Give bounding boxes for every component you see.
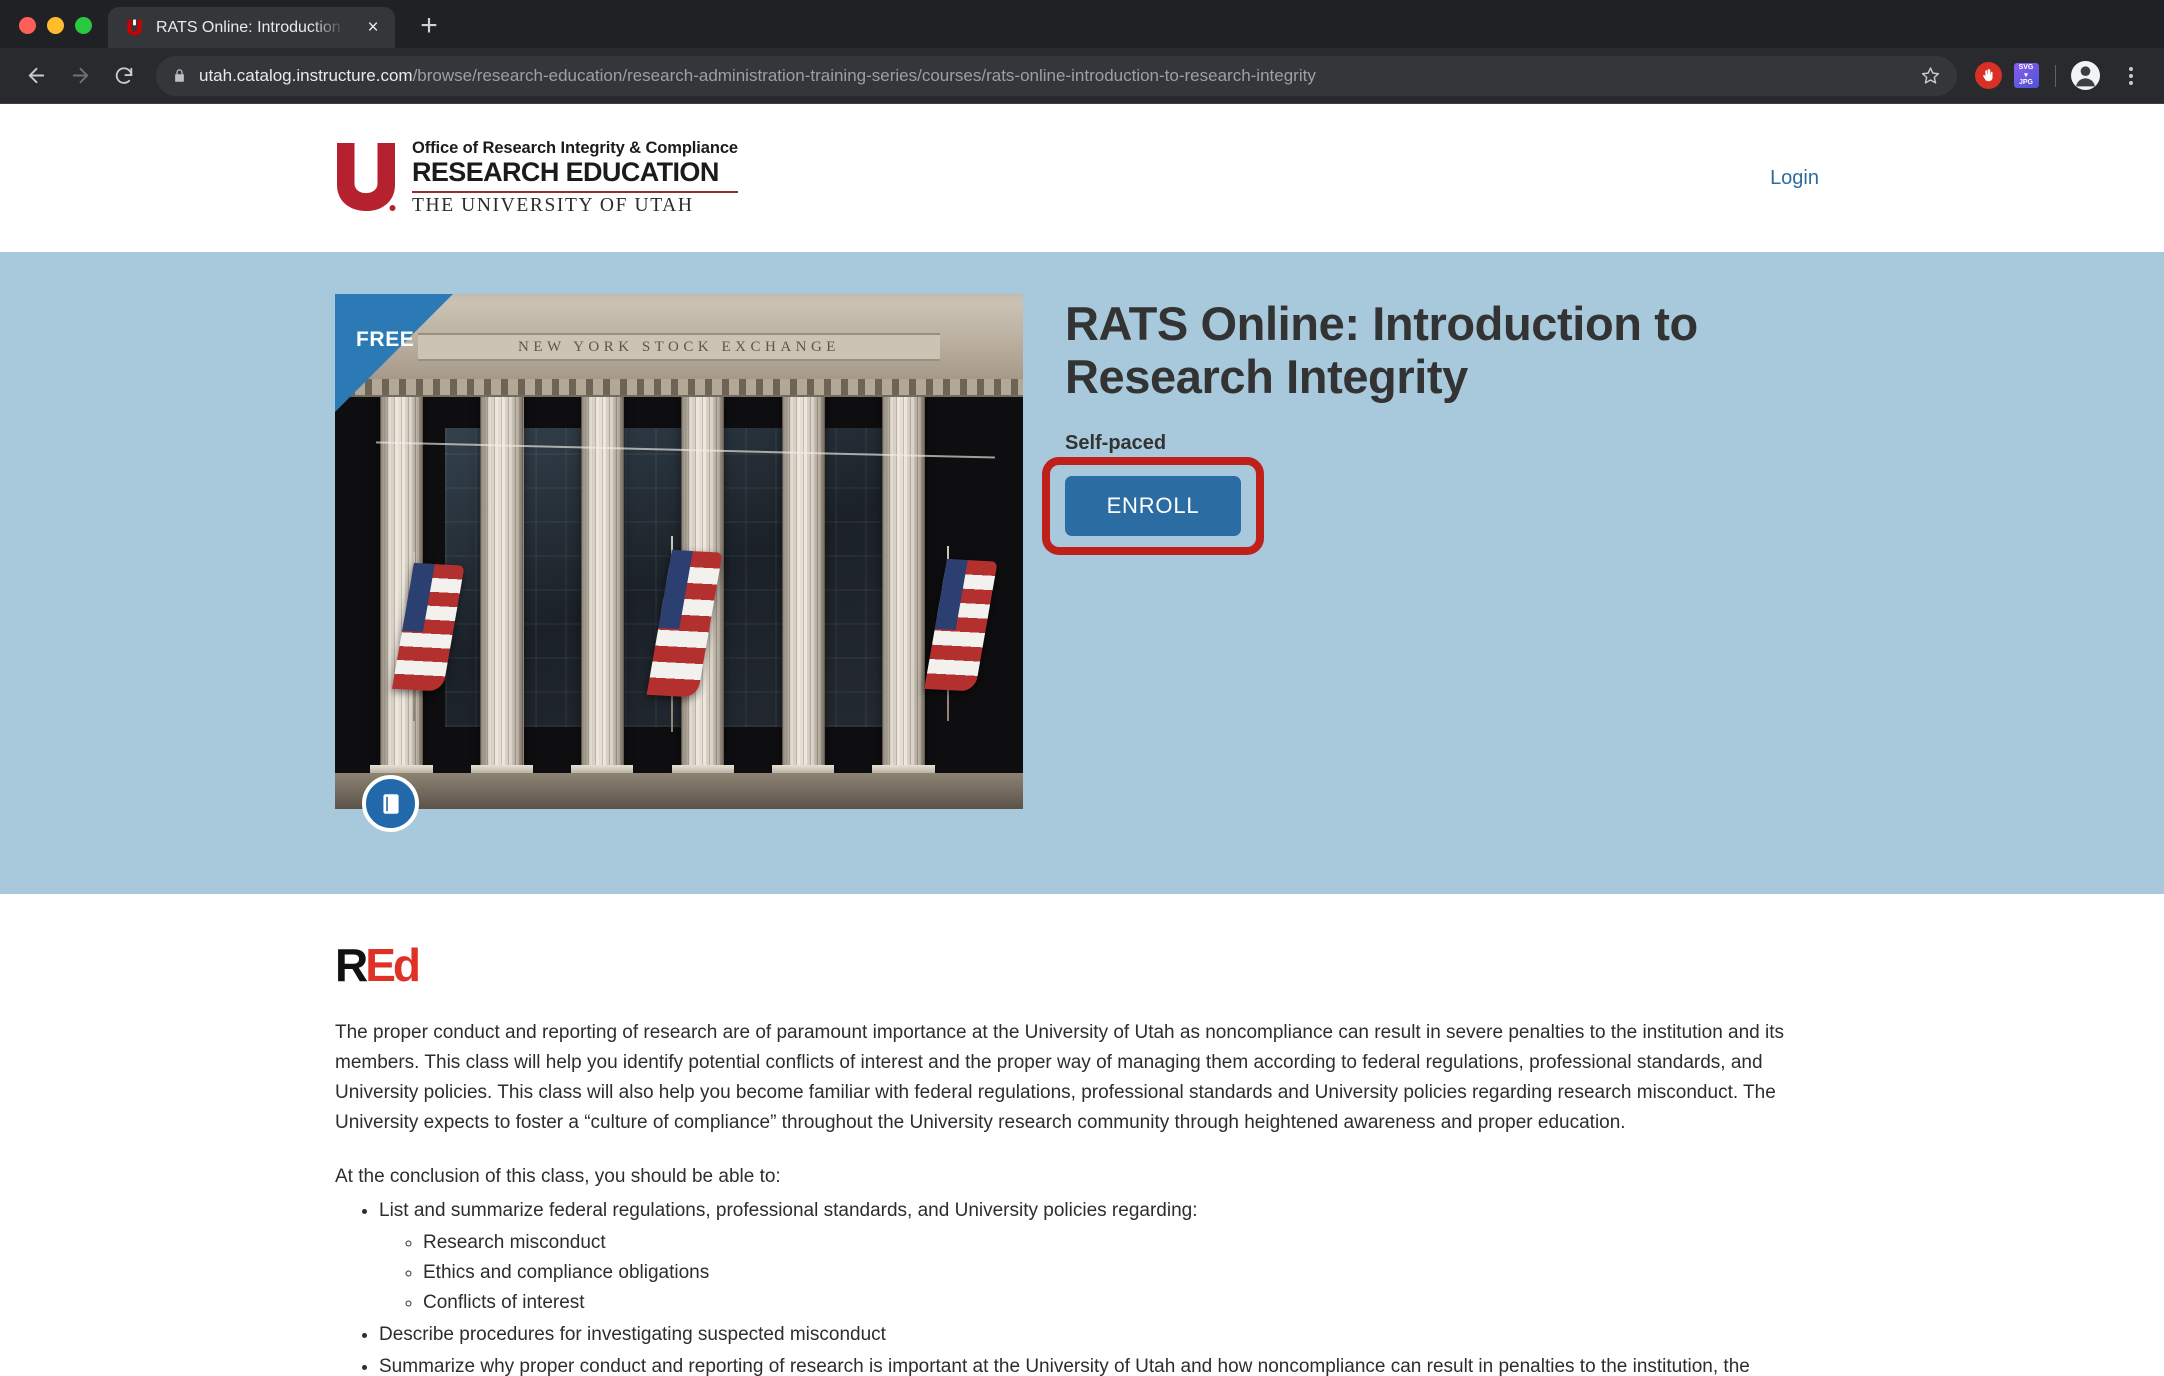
- outcome-text: List and summarize federal regulations, …: [379, 1200, 1198, 1222]
- course-document-icon: [362, 775, 419, 832]
- adblock-extension-button[interactable]: [1971, 59, 2005, 93]
- red-logo-r: R: [335, 939, 368, 991]
- url-host: utah.catalog.instructure.com: [199, 65, 413, 85]
- adblock-stop-hand-icon: [1974, 62, 2002, 89]
- list-item: Research misconduct: [423, 1228, 1829, 1258]
- course-image-card[interactable]: NEW YORK STOCK EXCHANGE FREE: [335, 294, 1023, 832]
- red-logo-ed: Ed: [365, 939, 421, 991]
- site-logo[interactable]: Office of Research Integrity & Complianc…: [335, 139, 738, 217]
- close-tab-icon[interactable]: ×: [360, 15, 386, 41]
- course-description-section: R Ed The proper conduct and reporting of…: [0, 894, 2164, 1376]
- back-icon[interactable]: [16, 56, 56, 96]
- minimize-window-button[interactable]: [47, 17, 64, 34]
- browser-tabstrip: RATS Online: Introduction to Re × +: [0, 0, 2164, 48]
- browser-tab-title: RATS Online: Introduction to Re: [156, 18, 349, 36]
- profile-avatar-icon: [2070, 61, 2100, 90]
- free-badge-ribbon: [335, 294, 453, 412]
- list-item: Describe procedures for investigating su…: [379, 1320, 1829, 1350]
- list-item: Summarize why proper conduct and reporti…: [379, 1352, 1829, 1376]
- utah-u-favicon-icon: [124, 17, 145, 38]
- red-program-logo: R Ed: [335, 938, 1829, 992]
- course-hero-details: RATS Online: Introduction to Research In…: [1042, 294, 1765, 894]
- toolbar-divider: [2055, 64, 2056, 87]
- free-badge-label: FREE: [356, 328, 415, 351]
- logo-line-research-education: RESEARCH EDUCATION: [412, 156, 719, 187]
- image-converter-extension-button[interactable]: SVG ▾ JPG: [2009, 59, 2043, 93]
- browser-tab[interactable]: RATS Online: Introduction to Re ×: [108, 7, 395, 48]
- course-title: RATS Online: Introduction to Research In…: [1065, 297, 1698, 403]
- browser-toolbar: utah.catalog.instructure.com/browse/rese…: [0, 48, 2164, 104]
- course-hero-section: NEW YORK STOCK EXCHANGE FREE RATS Online…: [0, 252, 2164, 894]
- outcome-sublist: Research misconduct Ethics and complianc…: [379, 1228, 1829, 1318]
- address-bar-url: utah.catalog.instructure.com/browse/rese…: [199, 66, 1316, 86]
- page-viewport: Office of Research Integrity & Complianc…: [0, 104, 2164, 1376]
- logo-divider: [412, 190, 738, 193]
- url-path: /browse/research-education/research-admi…: [412, 65, 1316, 85]
- window-traffic-lights: [0, 17, 108, 48]
- bookmark-star-icon[interactable]: [1913, 59, 1947, 93]
- address-bar[interactable]: utah.catalog.instructure.com/browse/rese…: [156, 55, 1957, 96]
- enroll-button-wrapper: ENROLL: [1042, 457, 1264, 556]
- forward-icon[interactable]: [60, 56, 100, 96]
- nyse-frieze-text: NEW YORK STOCK EXCHANGE: [518, 338, 840, 355]
- course-pace-label: Self-paced: [1065, 432, 1167, 455]
- login-link[interactable]: Login: [1760, 161, 1829, 196]
- outcomes-lead-text: At the conclusion of this class, you sho…: [335, 1166, 781, 1188]
- list-item: Conflicts of interest: [423, 1288, 1829, 1318]
- logo-line-university: THE UNIVERSITY OF UTAH: [412, 194, 694, 216]
- close-window-button[interactable]: [19, 17, 36, 34]
- reload-icon[interactable]: [104, 56, 144, 96]
- lock-icon: [172, 68, 187, 83]
- profile-avatar-button[interactable]: [2068, 59, 2102, 93]
- enroll-button[interactable]: ENROLL: [1065, 476, 1241, 537]
- maximize-window-button[interactable]: [75, 17, 92, 34]
- browser-window: RATS Online: Introduction to Re × + utah…: [0, 0, 2164, 1376]
- site-header: Office of Research Integrity & Complianc…: [0, 104, 2164, 252]
- logo-line-office: Office of Research Integrity & Complianc…: [412, 138, 738, 157]
- list-item: Ethics and compliance obligations: [423, 1258, 1829, 1288]
- course-outcomes-list: List and summarize federal regulations, …: [335, 1196, 1829, 1376]
- new-tab-button[interactable]: +: [409, 6, 449, 46]
- course-description-paragraph: The proper conduct and reporting of rese…: [335, 1022, 1785, 1134]
- utah-u-logo-icon: [335, 141, 397, 215]
- image-converter-extension-icon: SVG ▾ JPG: [2013, 63, 2039, 88]
- chrome-menu-icon[interactable]: [2114, 59, 2148, 93]
- list-item: List and summarize federal regulations, …: [379, 1196, 1829, 1318]
